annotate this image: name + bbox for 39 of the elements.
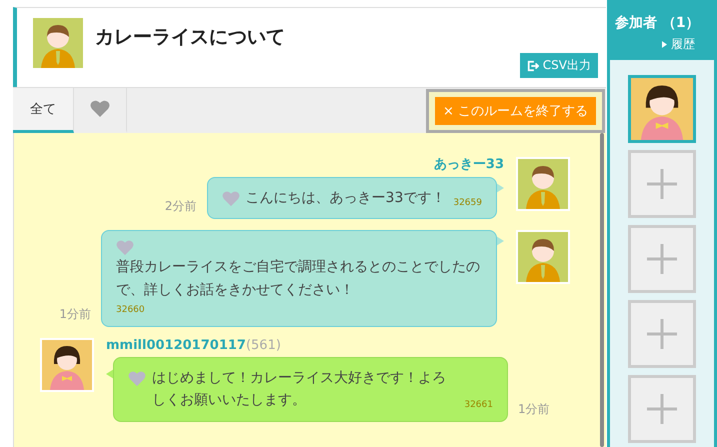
heart-icon[interactable]	[128, 370, 146, 387]
man-avatar-icon	[33, 18, 83, 68]
plus-icon	[647, 394, 677, 424]
timestamp: 1分前	[518, 400, 550, 418]
message-text: こんにちは、あっきー33です！	[246, 189, 446, 208]
participants-title: 参加者 （1）	[615, 14, 701, 32]
message-number: 32661	[464, 400, 493, 412]
man-avatar-icon	[516, 230, 570, 284]
sender-name: あっきー33	[434, 156, 504, 173]
heart-icon[interactable]	[116, 240, 134, 256]
csv-export-button[interactable]: CSV出力	[520, 53, 598, 78]
heart-icon[interactable]	[222, 191, 240, 207]
add-participant-slot[interactable]	[628, 150, 696, 218]
message-text: はじめまして！カレーライス大好きです！よろしくお願いいたします。	[152, 368, 447, 410]
room-title: カレーライスについて	[95, 25, 285, 50]
tab[interactable]: 全て	[13, 88, 74, 133]
scrollbar[interactable]	[600, 133, 604, 447]
participant-slot[interactable]	[628, 75, 696, 143]
add-participant-slot[interactable]	[628, 300, 696, 368]
plus-icon	[647, 319, 677, 349]
sender-name: mmill00120170117	[106, 338, 246, 353]
end-room-button[interactable]: × このルームを終了する	[434, 96, 596, 124]
export-icon	[526, 60, 539, 72]
woman-avatar-icon	[40, 338, 94, 392]
message-text: 普段カレーライスをご自宅で調理されるとのことでしたので、詳しくお話をきかせてください！	[116, 258, 481, 300]
add-participant-slot[interactable]	[628, 225, 696, 293]
heart-icon	[90, 100, 110, 118]
triangle-icon	[662, 41, 667, 48]
timestamp: 2分前	[164, 198, 197, 216]
plus-icon	[647, 244, 677, 274]
message-number: 32660	[116, 305, 145, 317]
history-link[interactable]: 履歴	[615, 36, 709, 53]
message-number: 32659	[453, 198, 482, 210]
add-participant-slot[interactable]	[628, 375, 696, 443]
message-count: (561)	[246, 338, 281, 353]
plus-icon	[647, 169, 677, 199]
timestamp: 1分前	[59, 306, 91, 323]
man-avatar-icon	[516, 157, 570, 211]
woman-avatar-icon	[631, 78, 693, 140]
